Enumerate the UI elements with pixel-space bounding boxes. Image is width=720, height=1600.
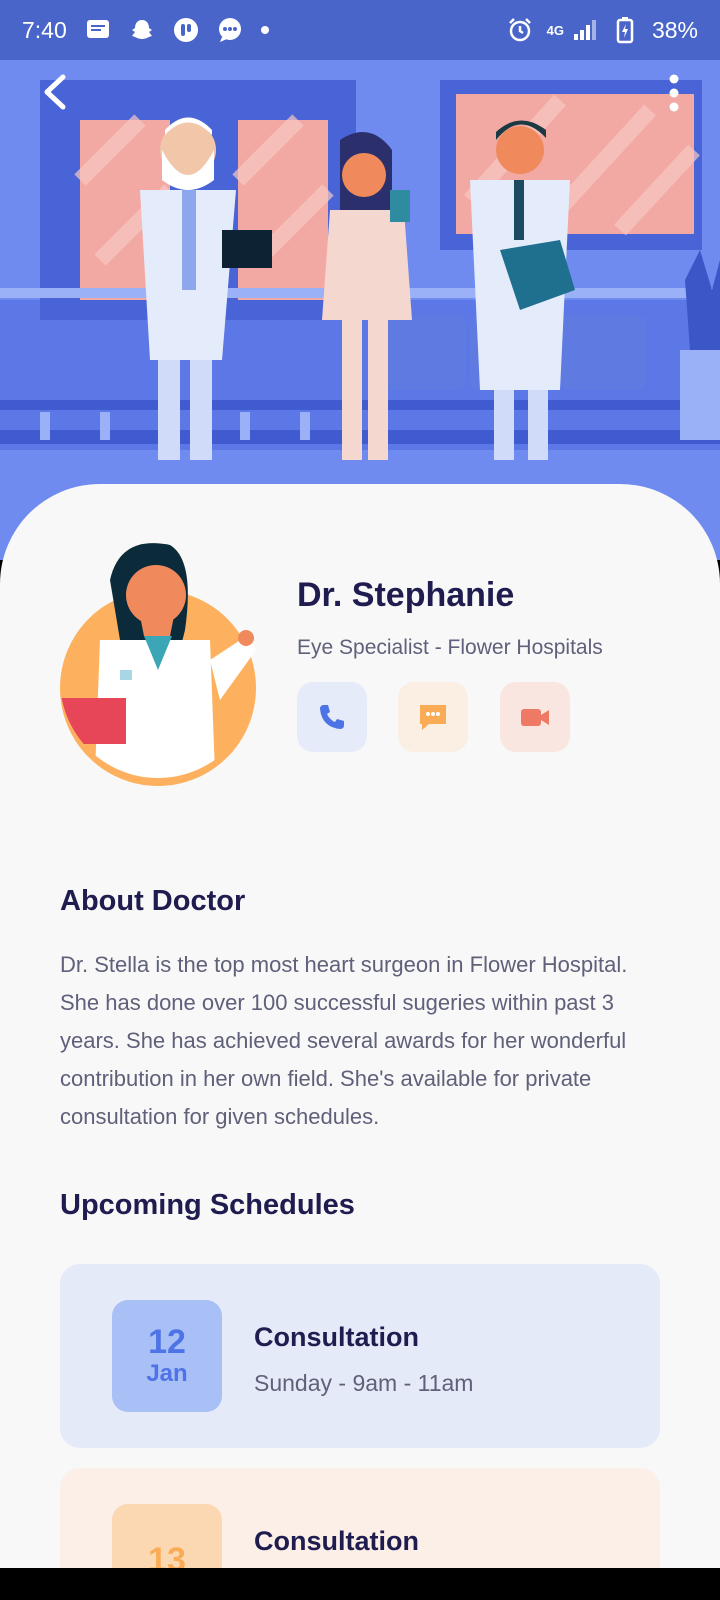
schedules-title: Upcoming Schedules (60, 1189, 355, 1221)
network-type: 4G (546, 22, 564, 38)
chat-bubble-icon (217, 17, 243, 43)
notification-dot-icon (260, 26, 269, 34)
message-icon (420, 705, 446, 730)
doctor-specialty: Eye Specialist - Flower Hospitals (297, 636, 603, 659)
status-time: 7:40 (22, 16, 67, 43)
back-button[interactable] (32, 70, 76, 114)
about-text: Dr. Stella is the top most heart surgeon… (60, 952, 628, 1129)
message-button[interactable] (398, 682, 468, 752)
more-vertical-icon (669, 74, 679, 112)
alarm-icon (507, 17, 533, 43)
schedule-label: Consultation (254, 1526, 419, 1556)
date-month: Jan (146, 1360, 188, 1387)
battery-charging-icon (612, 17, 638, 44)
signal-icon (572, 17, 598, 43)
date-badge: 12 Jan (112, 1300, 222, 1412)
video-call-button[interactable] (500, 682, 570, 752)
more-options-button[interactable] (652, 68, 696, 118)
doctor-avatar-illustration (60, 543, 256, 786)
app-icon (173, 17, 199, 43)
schedule-label: Consultation (254, 1322, 419, 1352)
status-bar: 7:40 4G 38% (0, 0, 720, 60)
video-camera-icon (521, 709, 549, 726)
phone-icon (320, 705, 344, 729)
schedule-time: Sunday - 9am - 11am (254, 1370, 474, 1396)
messages-icon (85, 17, 111, 43)
call-button[interactable] (297, 682, 367, 752)
battery-level: 38% (651, 16, 698, 43)
date-day: 12 (148, 1323, 186, 1361)
schedule-card[interactable]: 12 Jan Consultation Sunday - 9am - 11am (60, 1264, 660, 1448)
system-navigation-bar (0, 1568, 720, 1600)
about-title: About Doctor (60, 885, 246, 917)
snapchat-icon (129, 17, 155, 43)
doctor-name: Dr. Stephanie (297, 576, 515, 614)
chevron-left-icon (44, 74, 66, 110)
